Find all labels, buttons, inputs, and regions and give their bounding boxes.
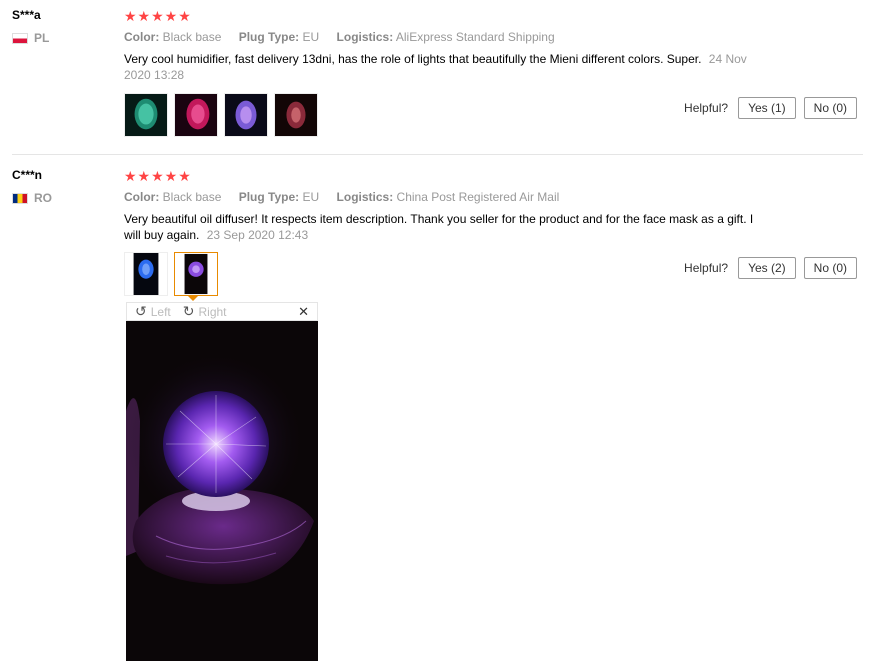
review-text: Very cool humidifier, fast delivery 13dn…: [124, 51, 764, 83]
review-attributes: Color: Black base Plug Type: EU Logistic…: [124, 30, 555, 44]
reviewer-country: RO: [12, 191, 52, 205]
plug-label: Plug Type:: [238, 190, 300, 204]
star-rating: ★★★★★: [124, 168, 192, 184]
review-photo-thumbnail[interactable]: [124, 93, 168, 137]
lamp-photo: [126, 321, 318, 661]
review-divider: [12, 154, 863, 155]
reviewer-name: C***n: [12, 168, 43, 182]
plug-label: Plug Type:: [238, 30, 300, 44]
helpful-label: Helpful?: [684, 261, 729, 275]
color-value: Black base: [162, 190, 222, 204]
photo-viewer-image: [126, 321, 318, 661]
review-photo-thumbnail[interactable]: [174, 93, 218, 137]
flag-pl-icon: [12, 32, 28, 44]
selected-photo-pointer: [188, 296, 198, 301]
helpful-yes-button[interactable]: Yes (2): [738, 257, 796, 279]
logistics-label: Logistics:: [336, 190, 394, 204]
review-text: Very beautiful oil diffuser! It respects…: [124, 211, 764, 243]
review-photo-thumbnail[interactable]: [124, 252, 168, 296]
reviewer-country: PL: [12, 31, 49, 45]
review-body: Very cool humidifier, fast delivery 13dn…: [124, 52, 702, 66]
rotate-left-button[interactable]: ↺ Left: [135, 303, 171, 320]
rotate-right-label: Right: [198, 304, 227, 319]
review-date: 23 Sep 2020 12:43: [206, 228, 309, 242]
color-label: Color:: [124, 30, 160, 44]
country-code: RO: [34, 191, 52, 205]
reviewer-name: S***a: [12, 8, 41, 22]
country-code: PL: [34, 31, 50, 45]
helpful-yes-button[interactable]: Yes (1): [738, 97, 796, 119]
color-value: Black base: [162, 30, 222, 44]
rotate-right-button[interactable]: ↻ Right: [183, 303, 227, 320]
helpful-label: Helpful?: [684, 101, 729, 115]
review-photo-thumbnail[interactable]: [274, 93, 318, 137]
helpful-vote: Helpful? Yes (2) No (0): [684, 257, 857, 279]
logistics-value: China Post Registered Air Mail: [396, 190, 560, 204]
photo-viewer-toolbar: ↺ Left ↻ Right ✕: [126, 302, 318, 321]
star-rating: ★★★★★: [124, 8, 192, 24]
rotate-left-icon: ↺: [135, 303, 147, 319]
flag-ro-icon: [12, 192, 28, 204]
rotate-left-label: Left: [150, 304, 171, 319]
plug-value: EU: [302, 190, 320, 204]
review-photos: [124, 93, 318, 137]
helpful-vote: Helpful? Yes (1) No (0): [684, 97, 857, 119]
review-attributes: Color: Black base Plug Type: EU Logistic…: [124, 190, 559, 204]
logistics-value: AliExpress Standard Shipping: [395, 30, 555, 44]
rotate-right-icon: ↻: [182, 303, 195, 319]
logistics-label: Logistics:: [336, 30, 394, 44]
color-label: Color:: [124, 190, 160, 204]
review-photo-thumbnail-selected[interactable]: [174, 252, 218, 296]
helpful-no-button[interactable]: No (0): [803, 257, 857, 279]
review-photos: [124, 252, 218, 296]
plug-value: EU: [302, 30, 320, 44]
review-photo-thumbnail[interactable]: [224, 93, 268, 137]
helpful-no-button[interactable]: No (0): [803, 97, 857, 119]
close-icon[interactable]: ✕: [298, 304, 309, 320]
